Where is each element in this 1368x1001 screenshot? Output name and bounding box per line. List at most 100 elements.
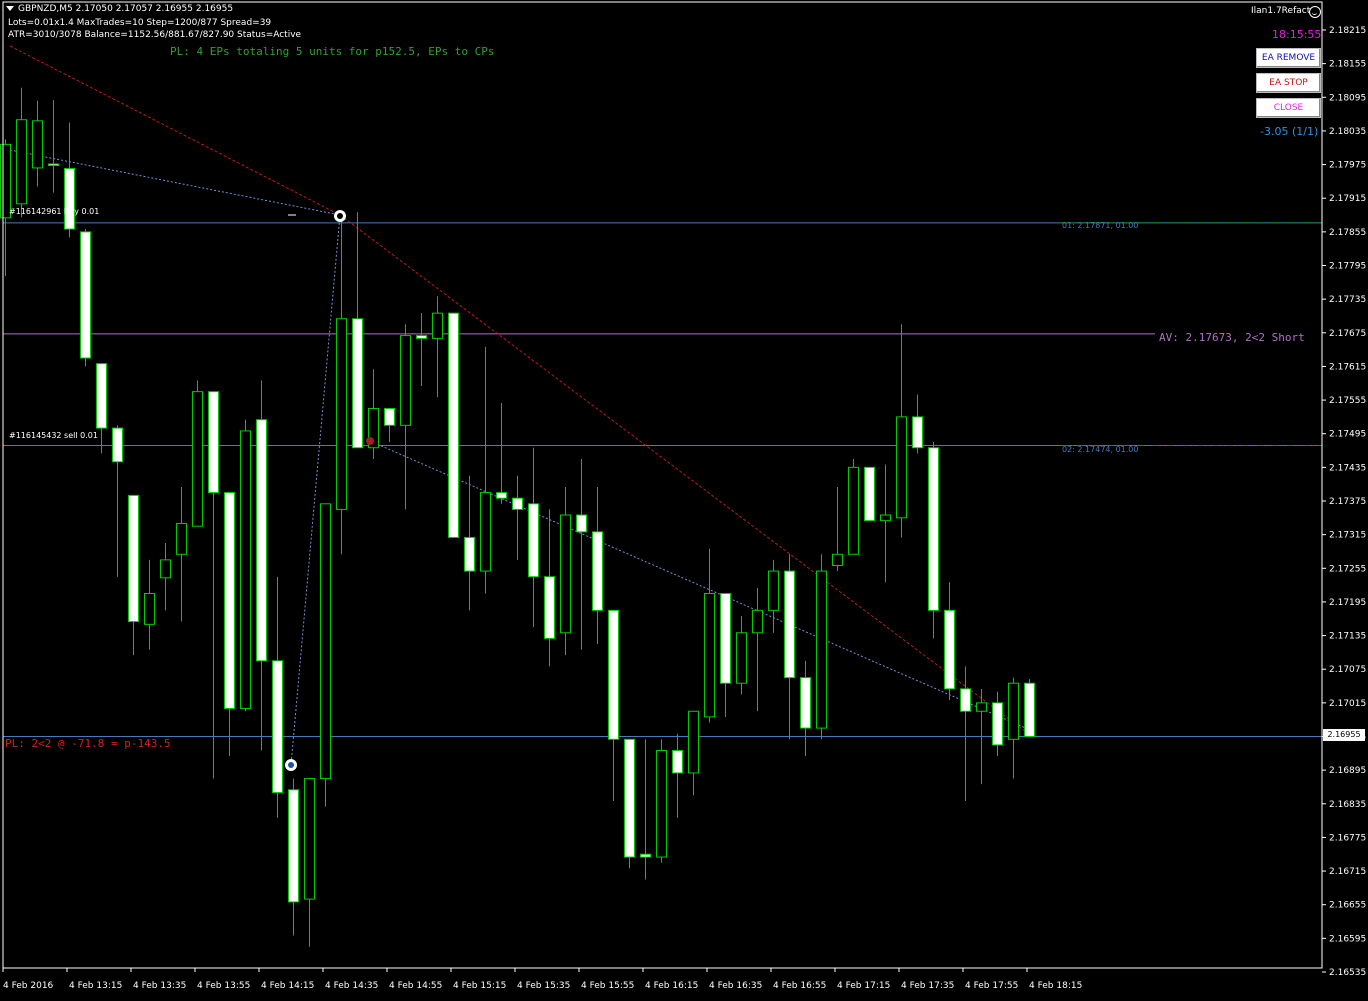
y-tick-label: 2.18035 bbox=[1329, 127, 1366, 137]
x-tick-label: 4 Feb 17:35 bbox=[901, 981, 954, 991]
y-tick-label: 2.18155 bbox=[1329, 60, 1366, 70]
clock: 18:15:55 bbox=[1272, 28, 1322, 41]
y-tick-label: 2.17975 bbox=[1329, 161, 1366, 171]
candle-body-down bbox=[48, 163, 59, 167]
candle bbox=[240, 419, 251, 712]
candle-body-down bbox=[512, 497, 523, 510]
average-label: AV: 2.17673, 2<2 Short bbox=[1159, 331, 1305, 344]
candle-body-down bbox=[64, 167, 75, 230]
candle-body-up bbox=[336, 318, 347, 510]
candlestick-chart[interactable]: 2.18215 2.18155 2.18095 2.18035 2.17975 2.179… bbox=[0, 0, 1368, 997]
candle bbox=[128, 494, 139, 656]
level-label-1: 01: 2.17871, 01.00 bbox=[1062, 221, 1139, 230]
candle-body-down bbox=[352, 318, 363, 449]
candle-body-up bbox=[752, 609, 763, 634]
candle bbox=[64, 122, 75, 238]
symbol-line: GBPNZD,M5 2.17050 2.17057 2.16955 2.1695… bbox=[18, 4, 234, 14]
candle bbox=[688, 710, 699, 796]
y-tick-label: 2.18095 bbox=[1329, 93, 1366, 103]
close-button[interactable]: CLOSE bbox=[1256, 98, 1321, 118]
candle bbox=[576, 458, 587, 650]
candle bbox=[720, 593, 731, 717]
candle-body-up bbox=[560, 514, 571, 634]
candle-body-up bbox=[768, 570, 779, 611]
y-tick-label: 2.17555 bbox=[1329, 396, 1366, 406]
candle bbox=[560, 486, 571, 656]
entry-marker-3[interactable] bbox=[366, 437, 374, 445]
candle bbox=[784, 554, 795, 740]
candle bbox=[320, 503, 331, 807]
trend-line-blue-2[interactable] bbox=[290, 214, 341, 766]
candle-body-down bbox=[416, 335, 427, 339]
candle bbox=[304, 778, 315, 947]
candle-body-up bbox=[432, 312, 443, 339]
pl-bottom-label: PL: 2<2 @ -71.8 = p-143.5 bbox=[5, 737, 171, 750]
candle bbox=[640, 739, 651, 880]
y-tick-label: 2.16775 bbox=[1329, 833, 1366, 843]
candle bbox=[960, 666, 971, 801]
candle bbox=[944, 582, 955, 701]
candle bbox=[896, 324, 907, 538]
candle bbox=[992, 691, 1003, 757]
candle-body-up bbox=[144, 593, 155, 625]
candle-body-up bbox=[880, 514, 891, 522]
candle-body-down bbox=[528, 503, 539, 578]
candle-body-down bbox=[256, 419, 267, 662]
candle-body-up bbox=[976, 702, 987, 712]
candle bbox=[256, 380, 267, 751]
candle-body-down bbox=[1024, 682, 1035, 737]
candle bbox=[448, 312, 459, 538]
trend-line-red-1[interactable] bbox=[9, 45, 341, 216]
candle bbox=[192, 380, 203, 527]
current-price-tag: 2.16955 bbox=[1323, 729, 1365, 741]
x-tick-label: 4 Feb 14:15 bbox=[261, 981, 314, 991]
x-tick-label: 4 Feb 17:15 bbox=[837, 981, 890, 991]
x-tick-label: 4 Feb 17:55 bbox=[965, 981, 1018, 991]
y-tick-label: 2.17855 bbox=[1329, 228, 1366, 238]
x-tick-label: 4 Feb 18:15 bbox=[1029, 981, 1082, 991]
candle-body-up bbox=[736, 632, 747, 684]
ea-remove-button[interactable]: EA REMOVE bbox=[1256, 48, 1321, 68]
smiley-icon bbox=[1309, 6, 1321, 18]
candle bbox=[352, 212, 363, 449]
y-tick-label: 2.17615 bbox=[1329, 362, 1366, 372]
x-tick-label: 4 Feb 13:55 bbox=[197, 981, 250, 991]
y-tick-label: 2.17195 bbox=[1329, 598, 1366, 608]
trend-line-red-2[interactable] bbox=[339, 214, 1031, 736]
y-tick-label: 2.16595 bbox=[1329, 934, 1366, 944]
candle bbox=[112, 425, 123, 577]
candle-body-down bbox=[640, 853, 651, 858]
candle-body-up bbox=[32, 120, 43, 169]
candle-body-up bbox=[688, 710, 699, 774]
y-tick-label: 2.17915 bbox=[1329, 194, 1366, 204]
ea-stop-button[interactable]: EA STOP bbox=[1256, 73, 1321, 93]
candle-body-down bbox=[496, 492, 507, 499]
candle-body-down bbox=[928, 447, 939, 611]
candle bbox=[624, 738, 635, 869]
y-tick-label: 2.17375 bbox=[1329, 497, 1366, 507]
candle bbox=[288, 778, 299, 936]
symbol-header: GBPNZD,M5 2.17050 2.17057 2.16955 2.1695… bbox=[4, 4, 233, 15]
chart-canvas: 2.18215 2.18155 2.18095 2.18035 2.17975 2.179… bbox=[0, 1, 1366, 991]
candle-body-down bbox=[96, 363, 107, 429]
level-label-2: 02: 2.17474, 01.00 bbox=[1062, 445, 1139, 454]
candle bbox=[96, 363, 107, 454]
candle bbox=[752, 587, 763, 712]
candle bbox=[864, 466, 875, 522]
y-tick-label: 2.17255 bbox=[1329, 564, 1366, 574]
candle bbox=[272, 576, 283, 818]
dropdown-triangle-icon[interactable] bbox=[6, 5, 14, 11]
candle-body-down bbox=[272, 660, 283, 794]
candle bbox=[912, 394, 923, 454]
candle bbox=[416, 313, 427, 387]
trend-line-blue-1[interactable] bbox=[9, 149, 341, 216]
candle-body-up bbox=[240, 430, 251, 709]
candle-body-down bbox=[208, 391, 219, 494]
candle bbox=[608, 609, 619, 801]
candle-body-up bbox=[1008, 682, 1019, 740]
y-tick-label: 2.17015 bbox=[1329, 699, 1366, 709]
candle bbox=[48, 100, 59, 193]
y-tick-label: 2.18215 bbox=[1329, 26, 1366, 36]
candle bbox=[160, 543, 171, 611]
y-tick-label: 2.17075 bbox=[1329, 665, 1366, 675]
